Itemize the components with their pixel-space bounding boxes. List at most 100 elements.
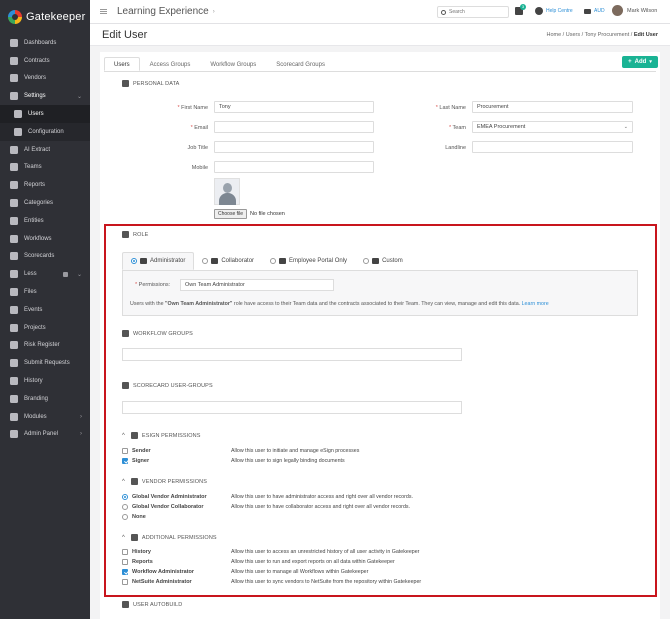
sidebar-item-branding[interactable]: Branding (0, 390, 90, 408)
sidebar-item-label: History (24, 378, 43, 385)
sidebar-item-users[interactable]: Users (0, 105, 90, 123)
role-option-collaborator[interactable]: Collaborator (194, 252, 262, 270)
breadcrumb-home[interactable]: Home (546, 32, 561, 38)
history-checkbox[interactable] (122, 549, 128, 555)
sidebar-item-teams[interactable]: Teams (0, 159, 90, 177)
menu-icon[interactable] (100, 9, 107, 14)
sidebar-item-modules[interactable]: Modules › (0, 408, 90, 426)
section-vendor-permissions[interactable]: ^ VENDOR PERMISSIONS (122, 478, 207, 485)
job-title-input[interactable] (214, 141, 374, 153)
sidebar-item-ai-extract[interactable]: AI Extract (0, 141, 90, 159)
radio-selected[interactable] (131, 258, 137, 264)
autobuild-icon (122, 601, 129, 608)
avatar[interactable] (612, 5, 623, 16)
chevron-up-icon[interactable]: ^ (122, 479, 125, 485)
sidebar-item-reports[interactable]: Reports (0, 176, 90, 194)
breadcrumb-user[interactable]: Tony Procurement (585, 32, 630, 38)
sidebar-item-label: Submit Requests (24, 360, 70, 367)
scorecard-groups-input[interactable] (122, 401, 462, 414)
help-icon[interactable] (535, 7, 543, 15)
radio[interactable] (363, 258, 370, 264)
section-esign-permissions[interactable]: ^ ESIGN PERMISSIONS (122, 432, 200, 439)
section-role: ROLE (122, 231, 148, 238)
radio[interactable] (202, 258, 209, 264)
role-description: Users with the "Own Team Administrator" … (130, 301, 549, 307)
last-name-input[interactable]: Procurement (472, 101, 633, 113)
chevron-right-icon[interactable]: › (213, 9, 215, 15)
sender-checkbox[interactable] (122, 448, 128, 454)
group-icon (122, 382, 129, 389)
sidebar-item-scorecards[interactable]: Scorecards (0, 248, 90, 266)
choose-file-button[interactable]: Choose file (214, 209, 248, 219)
chevron-up-icon[interactable]: ^ (122, 433, 125, 439)
tab-workflow-groups[interactable]: Workflow Groups (200, 57, 266, 71)
sidebar-item-projects[interactable]: Projects (0, 319, 90, 337)
search-box[interactable] (437, 6, 509, 18)
sidebar-item-dashboards[interactable]: Dashboards (0, 34, 90, 52)
sidebar-item-submit-requests[interactable]: Submit Requests (0, 354, 90, 372)
first-name-input[interactable]: Tony (214, 101, 374, 113)
vendor-none-radio[interactable] (122, 514, 128, 520)
netsuite-admin-checkbox[interactable] (122, 579, 128, 585)
sidebar-item-settings[interactable]: Settings ⌄ (0, 87, 90, 105)
add-button[interactable]: + Add ▾ (622, 56, 658, 68)
search-input[interactable] (449, 9, 505, 15)
sidebar-item-less[interactable]: Less ⌄ (0, 265, 90, 283)
sidebar-item-label: Risk Register (24, 342, 60, 349)
section-additional-permissions[interactable]: ^ ADDITIONAL PERMISSIONS (122, 534, 217, 541)
caret-down-icon: ▾ (649, 59, 652, 65)
role-label: Custom (382, 258, 403, 264)
sidebar-item-risk-register[interactable]: Risk Register (0, 337, 90, 355)
global-vendor-collab-radio[interactable] (122, 504, 128, 510)
chevron-up-icon[interactable]: ^ (122, 535, 125, 541)
role-option-employee-portal[interactable]: Employee Portal Only (262, 252, 355, 270)
sidebar-item-label: Scorecards (24, 253, 55, 260)
workflow-groups-input[interactable] (122, 348, 462, 361)
avatar-body (219, 193, 236, 205)
sidebar-item-label: Reports (24, 182, 46, 189)
workflow-admin-checkbox[interactable] (122, 569, 128, 575)
tab-users[interactable]: Users (104, 57, 140, 71)
help-centre-link[interactable]: Help Centre (546, 8, 573, 14)
tab-access-groups[interactable]: Access Groups (140, 57, 201, 71)
role-option-custom[interactable]: Custom (355, 252, 411, 270)
sidebar-item-contracts[interactable]: Contracts (0, 52, 90, 70)
sidebar-item-configuration[interactable]: Configuration (0, 122, 90, 141)
sidebar-item-label: Users (28, 111, 44, 118)
signer-checkbox[interactable] (122, 458, 128, 464)
radio[interactable] (270, 258, 277, 264)
tabs: Users Access Groups Workflow Groups Scor… (104, 57, 335, 71)
learn-more-link[interactable]: Learn more (522, 301, 549, 307)
brand-logo[interactable]: Gatekeeper (0, 0, 90, 34)
chevron-down-icon: ⌄ (76, 271, 82, 278)
sidebar-item-admin-panel[interactable]: Admin Panel › (0, 426, 90, 444)
global-vendor-admin-radio[interactable] (122, 494, 128, 500)
sidebar-item-history[interactable]: History (0, 372, 90, 390)
sidebar-item-vendors[interactable]: Vendors (0, 70, 90, 88)
tab-scorecard-groups[interactable]: Scorecard Groups (266, 57, 335, 71)
sidebar-item-label: Entities (24, 217, 44, 224)
currency-selector[interactable]: AUD (594, 8, 605, 14)
search-icon (441, 9, 446, 15)
role-selector: Administrator Collaborator Employee Port… (122, 252, 638, 316)
mobile-input[interactable] (214, 161, 374, 173)
sidebar-item-workflows[interactable]: Workflows (0, 230, 90, 248)
brand-name: Gatekeeper (26, 11, 86, 23)
reports-icon (10, 181, 18, 190)
breadcrumb-users[interactable]: Users (566, 32, 580, 38)
app-title[interactable]: Learning Experience (117, 6, 209, 17)
tabs-divider (104, 71, 656, 72)
email-input[interactable] (214, 121, 374, 133)
team-select[interactable]: EMEA Procurement ⌄ (472, 121, 633, 133)
sidebar-item-entities[interactable]: Entities (0, 212, 90, 230)
permissions-select[interactable]: Own Team Administrator (180, 279, 334, 291)
landline-input[interactable] (472, 141, 633, 153)
reports-checkbox[interactable] (122, 559, 128, 565)
sidebar-item-events[interactable]: Events (0, 301, 90, 319)
user-menu[interactable]: Mark Wilson (627, 8, 657, 14)
perm-name: Global Vendor Collaborator (132, 504, 204, 510)
currency-icon[interactable] (584, 9, 591, 14)
sidebar-item-files[interactable]: Files (0, 283, 90, 301)
role-option-administrator[interactable]: Administrator (122, 252, 195, 270)
sidebar-item-categories[interactable]: Categories (0, 194, 90, 212)
